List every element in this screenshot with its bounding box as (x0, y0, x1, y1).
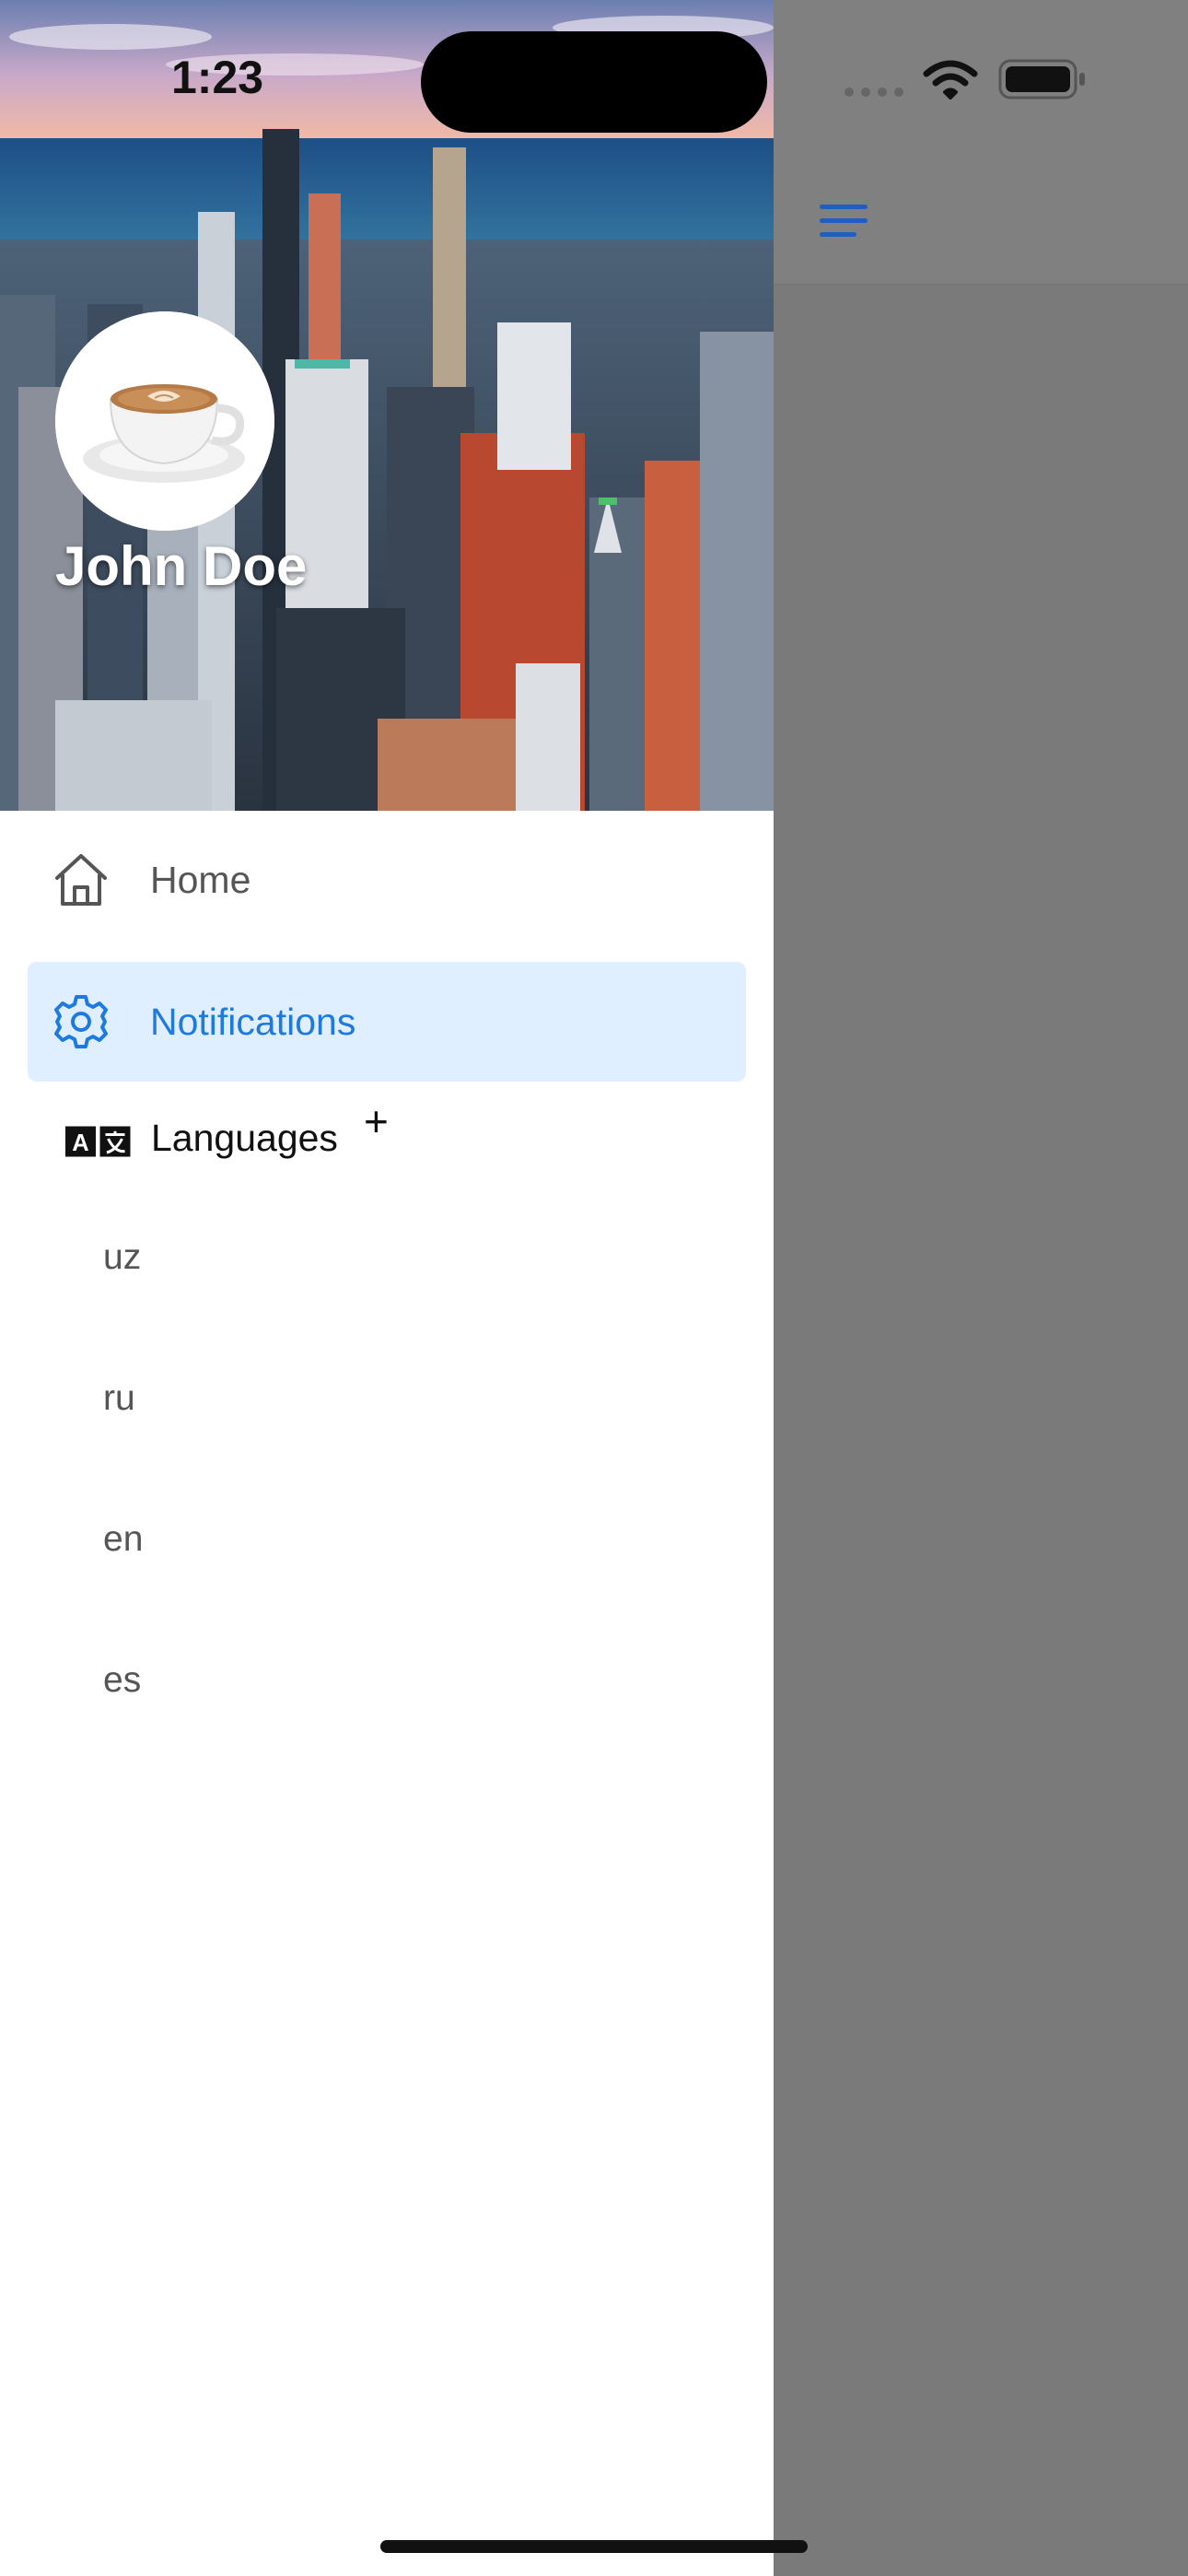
menu-icon (820, 205, 868, 237)
battery-icon (998, 59, 1085, 100)
svg-text:A: A (72, 1130, 88, 1156)
nav-item-label: Notifications (150, 1000, 356, 1043)
nav-item-home[interactable]: Home (28, 820, 746, 940)
language-option-en[interactable]: en (103, 1493, 729, 1586)
home-indicator[interactable] (380, 2540, 808, 2553)
home-icon (55, 854, 107, 906)
translate-icon: A (65, 1126, 131, 1157)
user-name: John Doe (55, 535, 308, 597)
avatar[interactable] (55, 311, 274, 531)
status-time: 1:23 (171, 52, 264, 103)
coffee-cup-image (55, 311, 274, 531)
language-option-uz[interactable]: uz (103, 1212, 729, 1304)
language-option-ru[interactable]: ru (103, 1352, 729, 1445)
cellular-signal-icon (844, 88, 903, 97)
nav-item-languages[interactable]: A Languages + (28, 1087, 746, 1188)
wifi-icon (923, 60, 978, 100)
dynamic-island (421, 31, 767, 133)
nav-item-label: Languages (151, 1116, 338, 1159)
gear-icon (54, 995, 108, 1048)
nav-item-notifications[interactable]: Notifications (28, 962, 746, 1082)
language-option-es[interactable]: es (103, 1634, 729, 1727)
screen: John Doe Home Notifications A Languages … (0, 0, 1188, 2576)
app-header-divider (774, 284, 1188, 286)
nav-item-label: Home (150, 858, 251, 901)
navigation-drawer: John Doe Home Notifications A Languages … (0, 0, 774, 2576)
expand-plus-icon[interactable]: + (364, 1100, 389, 1142)
menu-button[interactable] (810, 193, 877, 249)
